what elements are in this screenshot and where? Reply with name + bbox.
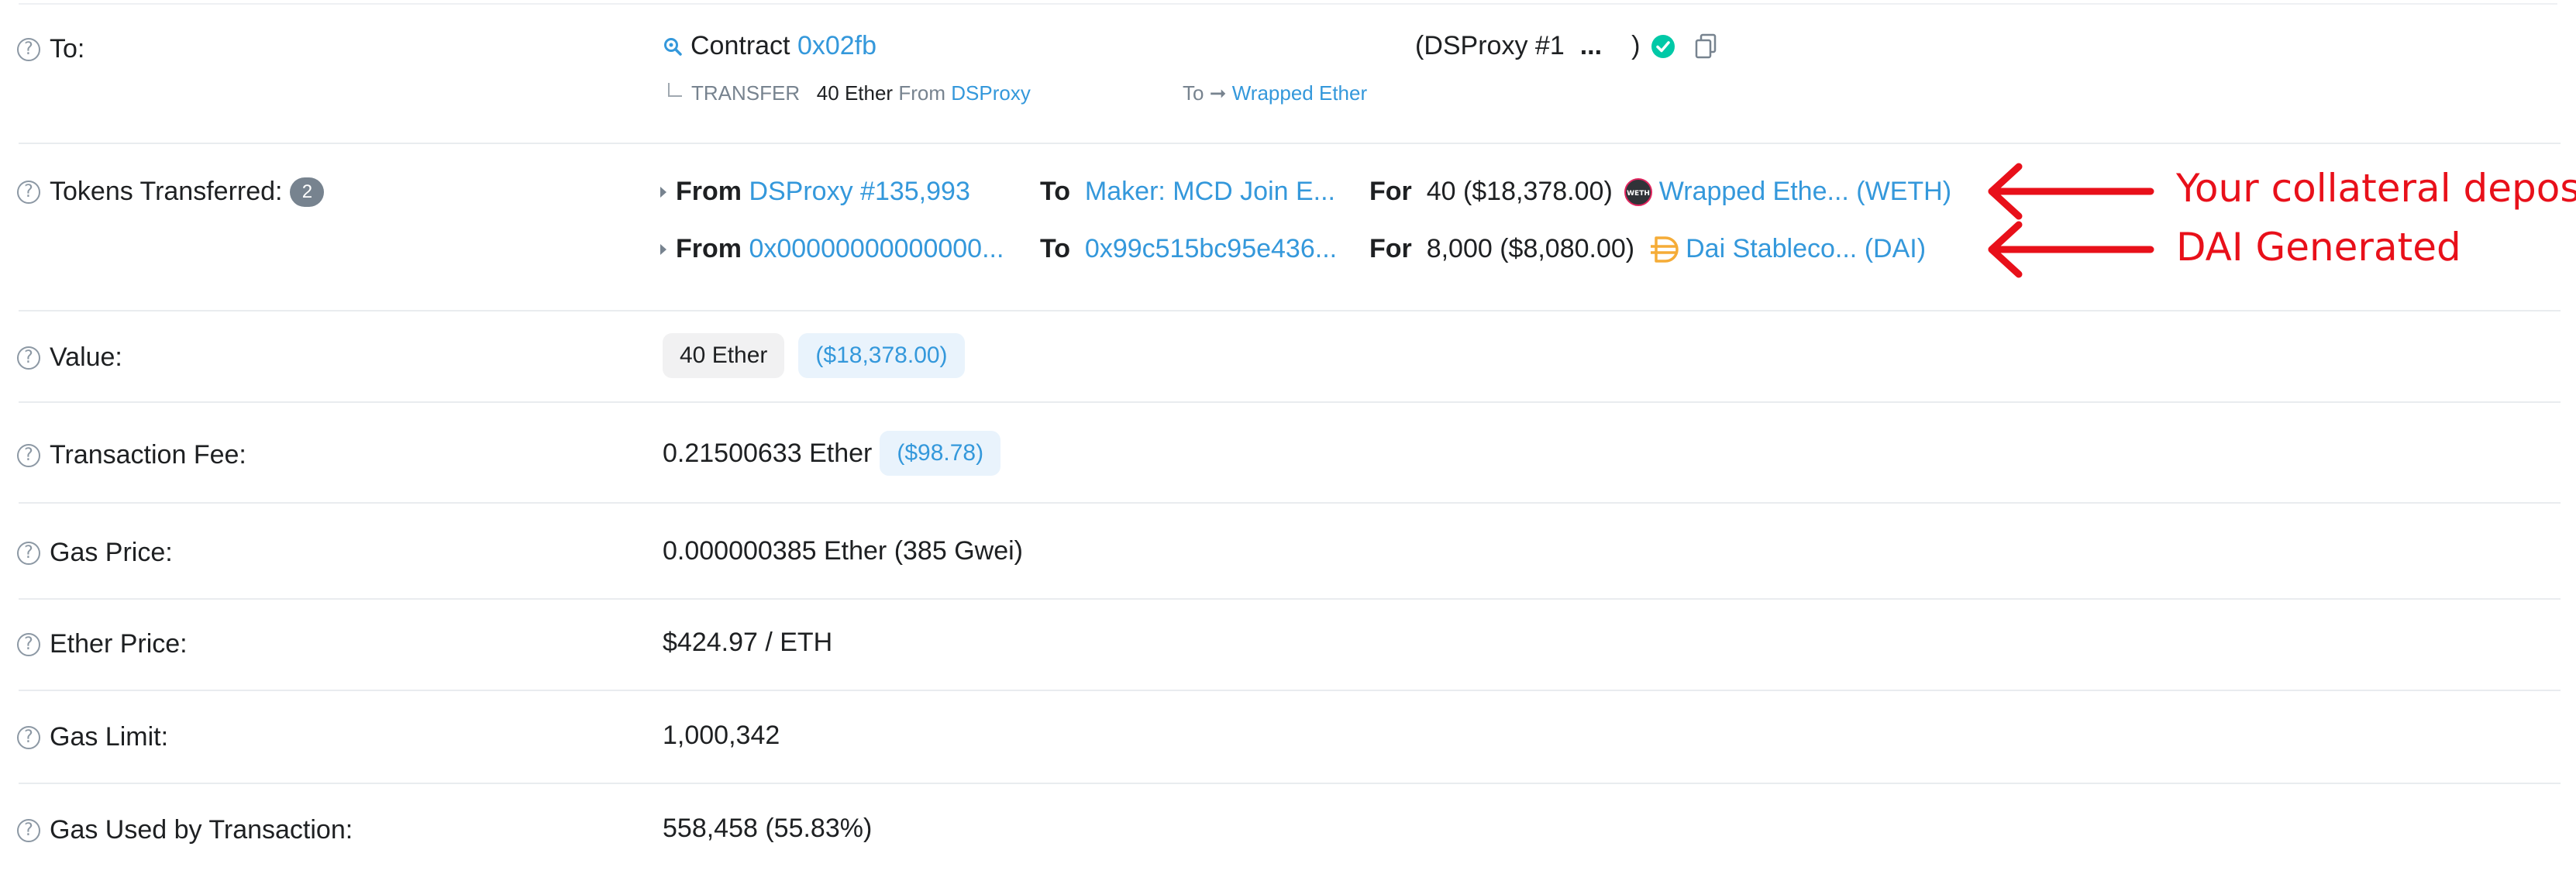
row-divider [19, 310, 2561, 311]
value-label: ? Value: [17, 342, 122, 373]
expand-caret-icon[interactable] [660, 243, 666, 255]
red-arrow-icon [1988, 221, 2154, 278]
value-ether-pill: 40 Ether [663, 333, 785, 378]
row-divider [19, 690, 2561, 691]
gas-price-value: 0.000000385 Ether (385 Gwei) [663, 536, 1023, 566]
to-label: ? To: [17, 34, 84, 64]
to-contract: Contract 0x02fb [663, 31, 876, 61]
ether-price-value: $424.97 / ETH [663, 628, 833, 657]
dai-token-icon [1651, 236, 1679, 263]
row-divider [19, 143, 2561, 144]
fee-usd-pill: ($98.78) [880, 431, 1001, 476]
name-ellipsis: ... [1579, 31, 1603, 60]
token-name-link[interactable]: Wrapped Ethe... (WETH) [1659, 177, 1951, 207]
annotation-dai-generated: DAI Generated [2176, 225, 2461, 270]
annotation-collateral: Your collateral deposit [2176, 166, 2576, 211]
row-divider [19, 598, 2561, 600]
token-amount: 8,000 ($8,080.00) [1426, 234, 1635, 263]
token-to-link[interactable]: Maker: MCD Join E... [1085, 177, 1335, 207]
gas-limit-label: ? Gas Limit: [17, 722, 168, 752]
expand-caret-icon[interactable] [660, 186, 666, 198]
contract-search-icon [664, 37, 682, 56]
help-icon[interactable]: ? [17, 725, 40, 749]
tree-branch-icon [668, 83, 682, 97]
token-from-link[interactable]: 0x00000000000000... [749, 234, 1004, 264]
token-from-link[interactable]: DSProxy #135,993 [749, 177, 969, 207]
fee-label: ? Transaction Fee: [17, 440, 246, 470]
value-usd-pill: ($18,378.00) [798, 333, 965, 378]
token-to-link[interactable]: 0x99c515bc95e436... [1085, 234, 1337, 264]
svg-text:WETH: WETH [1627, 190, 1650, 198]
weth-token-icon: WETH [1624, 177, 1652, 206]
red-arrow-icon [1988, 163, 2154, 220]
help-icon[interactable]: ? [17, 632, 40, 656]
ether-price-label: ? Ether Price: [17, 629, 188, 659]
token-amount: 40 ($18,378.00) [1426, 177, 1613, 206]
copy-icon[interactable] [1694, 33, 1717, 60]
arrow-right-icon: ➞ [1209, 82, 1227, 105]
row-divider [19, 502, 2561, 504]
internal-transfer: TRANSFER 40 Ether From DSProxy [668, 81, 1031, 105]
contract-prefix: Contract [690, 31, 790, 60]
contract-address-link[interactable]: 0x02fb [797, 31, 876, 61]
annotation-arrows [1988, 163, 2154, 278]
help-icon[interactable]: ? [17, 443, 40, 467]
transfer-from-link[interactable]: DSProxy [951, 81, 1031, 105]
help-icon[interactable]: ? [17, 346, 40, 370]
help-icon[interactable]: ? [17, 818, 40, 842]
verified-check-icon [1651, 34, 1675, 58]
row-divider [19, 783, 2561, 784]
row-divider [19, 401, 2561, 403]
gas-used-value: 558,458 (55.83%) [663, 814, 873, 843]
help-icon[interactable]: ? [17, 37, 40, 61]
top-divider [19, 3, 2557, 5]
internal-transfer-to: To ➞ Wrapped Ether [1183, 81, 1368, 105]
gas-price-label: ? Gas Price: [17, 538, 173, 568]
tokens-count-badge: 2 [290, 177, 325, 207]
help-icon[interactable]: ? [17, 541, 40, 565]
help-icon[interactable]: ? [17, 180, 40, 204]
gas-used-label: ? Gas Used by Transaction: [17, 815, 353, 845]
fee-value: 0.21500633 Ether ($98.78) [663, 431, 1001, 476]
to-contract-name: (DSProxy #1 ... ) [1415, 31, 1717, 61]
transfer-to-link[interactable]: Wrapped Ether [1232, 81, 1367, 105]
token-name-link[interactable]: Dai Stableco... (DAI) [1686, 234, 1926, 264]
gas-limit-value: 1,000,342 [663, 721, 780, 750]
tokens-label: ? Tokens Transferred: 2 [17, 177, 325, 207]
value-amount: 40 Ether ($18,378.00) [663, 333, 965, 378]
